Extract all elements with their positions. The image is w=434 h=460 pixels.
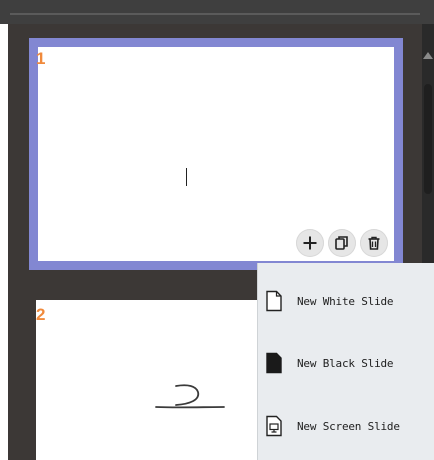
top-divider (10, 13, 420, 15)
slide-action-buttons (296, 229, 388, 257)
left-edge (0, 24, 8, 460)
black-page-icon (264, 352, 284, 374)
menu-item-new-white-slide[interactable]: New White Slide (258, 281, 434, 321)
screen-page-icon (264, 415, 284, 437)
top-bar (0, 0, 434, 24)
menu-item-new-screen-slide[interactable]: New Screen Slide (258, 406, 434, 446)
new-slide-menu: New White Slide New Black Slide New Scre… (258, 263, 434, 460)
menu-item-label: New White Slide (297, 294, 394, 308)
plus-icon (303, 236, 317, 250)
slide-number-1: 1 (36, 49, 46, 68)
scrollbar-thumb[interactable] (424, 84, 432, 194)
menu-item-label: New Black Slide (297, 356, 394, 370)
add-slide-button[interactable] (296, 229, 324, 257)
slide-number-2: 2 (36, 305, 46, 324)
delete-slide-button[interactable] (360, 229, 388, 257)
slide-panel-window: 1 2 New White Slide New Black Slide New … (0, 0, 434, 460)
slide-thumbnail-2[interactable] (36, 300, 258, 460)
white-page-icon (264, 290, 284, 312)
copy-icon (335, 236, 348, 250)
menu-item-new-black-slide[interactable]: New Black Slide (258, 343, 434, 383)
scroll-up-arrow-icon[interactable] (423, 52, 433, 59)
menu-item-label: New Screen Slide (297, 419, 400, 433)
handwriting-stroke (155, 384, 225, 409)
text-cursor (186, 168, 187, 186)
trash-icon (368, 236, 380, 250)
duplicate-slide-button[interactable] (328, 229, 356, 257)
